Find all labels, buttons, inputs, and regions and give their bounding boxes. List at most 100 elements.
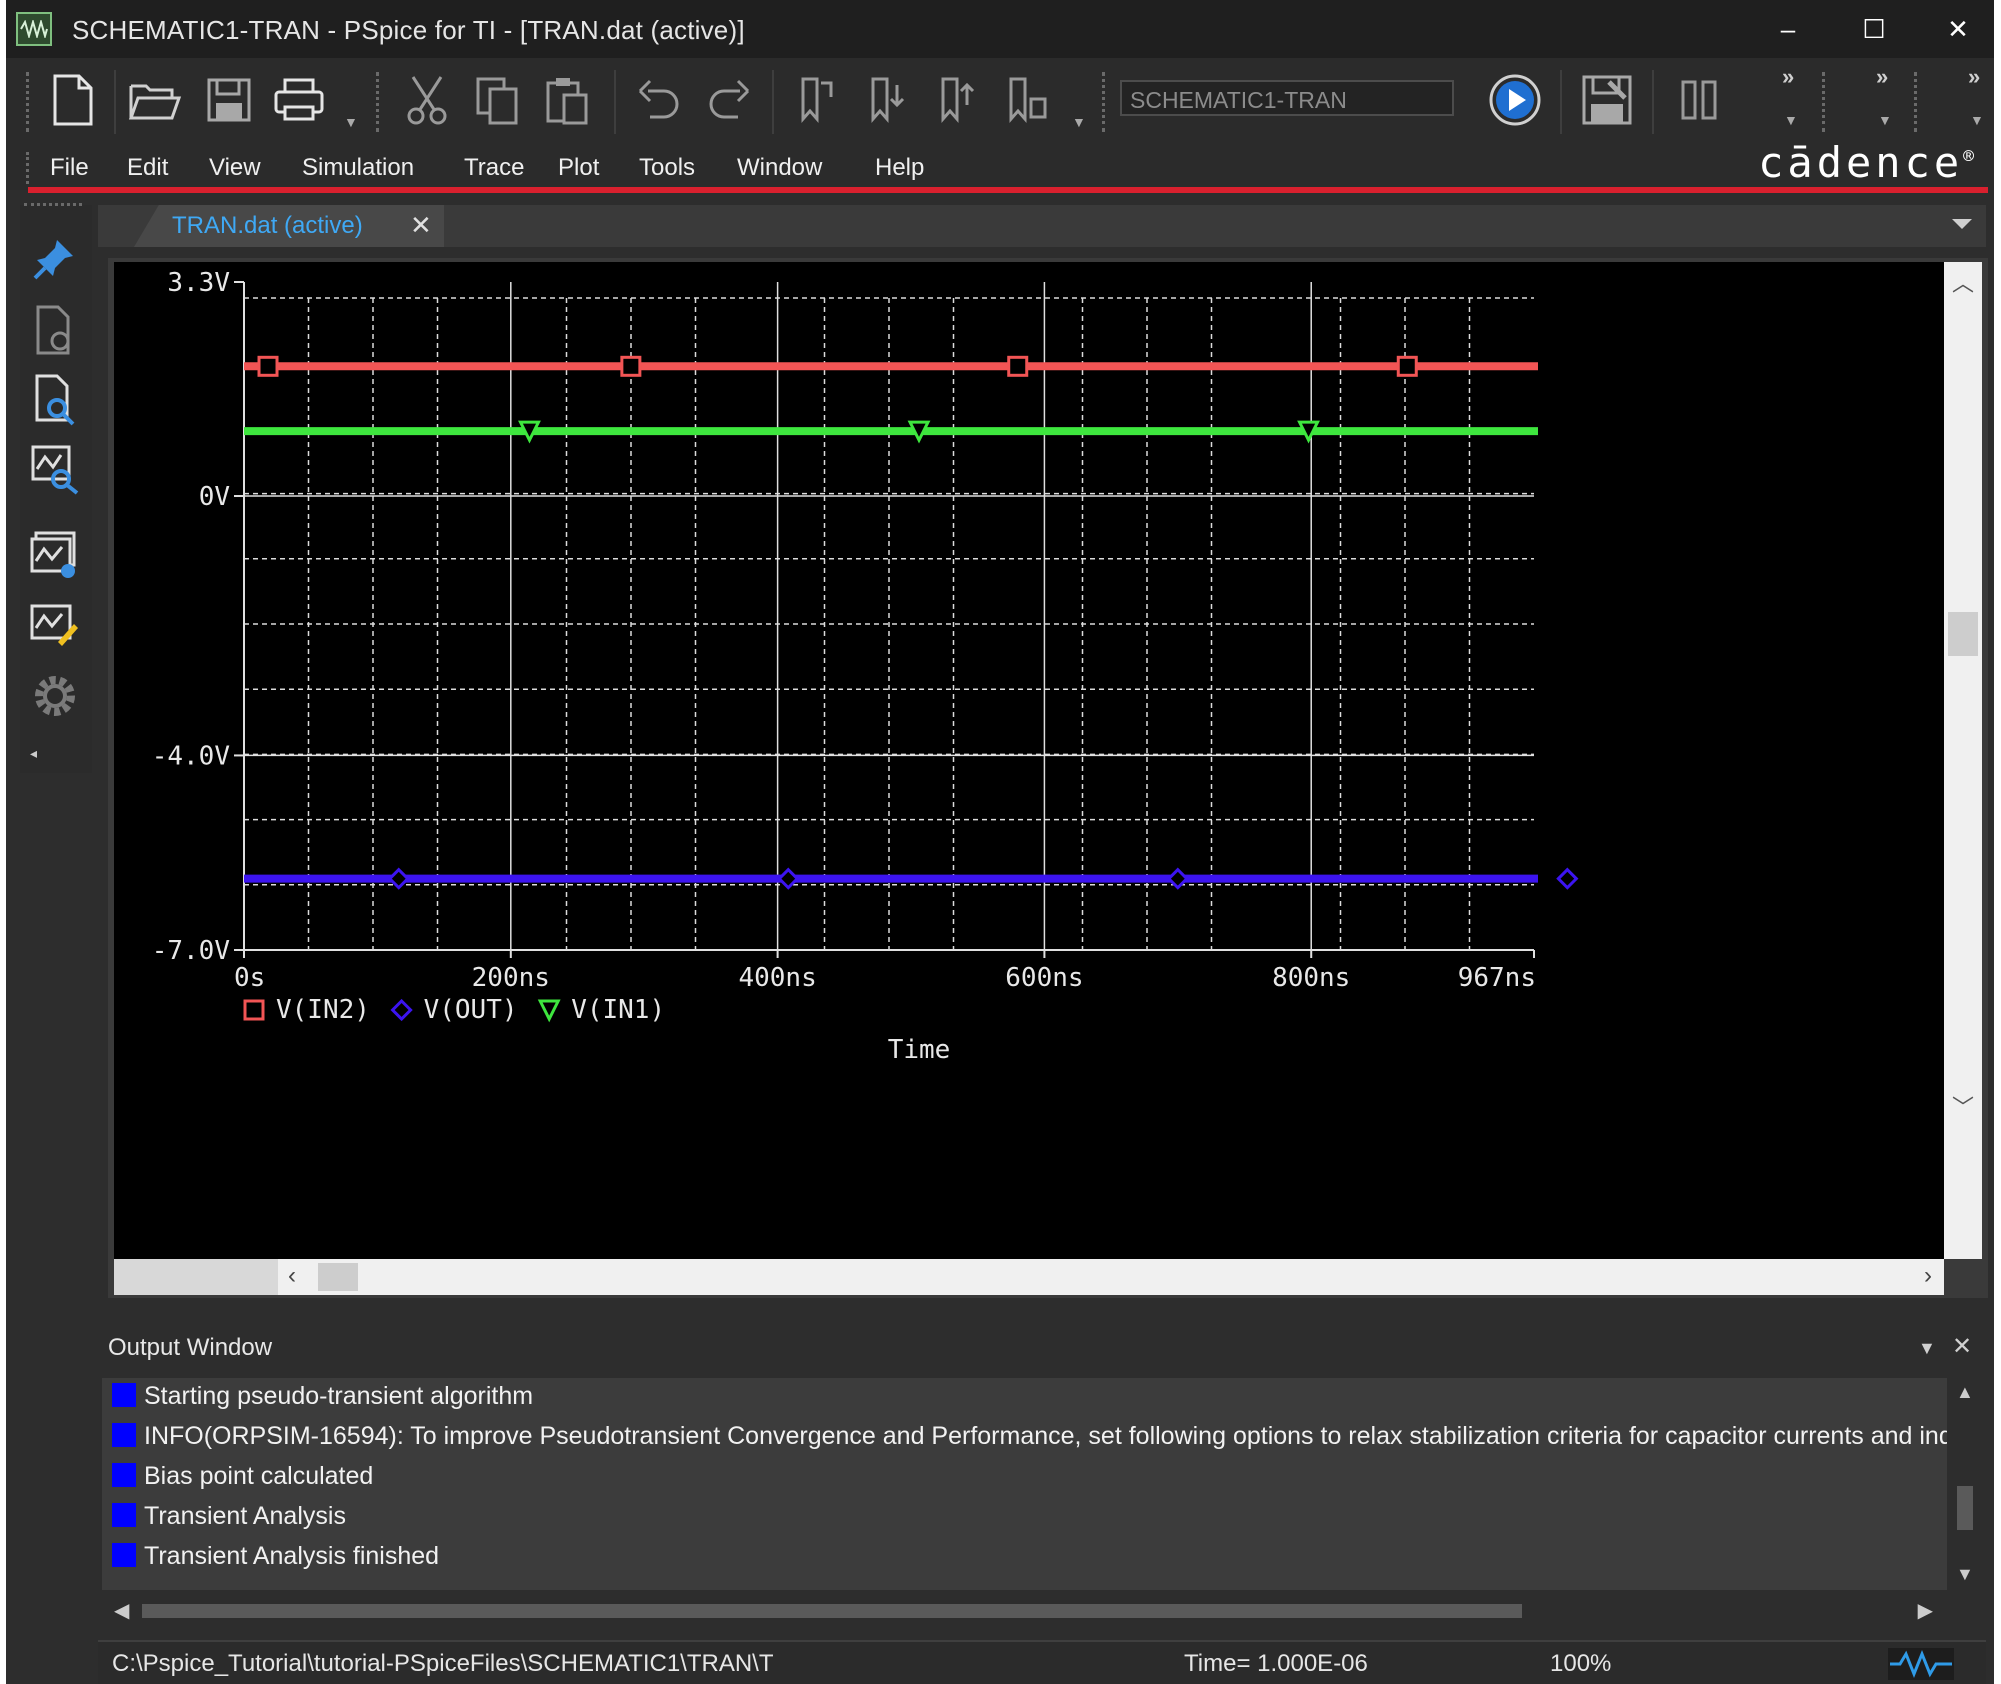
- maximize-button[interactable]: ☐: [1844, 8, 1904, 50]
- log-text: INFO(ORPSIM-16594): To improve Pseudotra…: [144, 1422, 1947, 1450]
- series-marker-v-in2: [257, 355, 279, 377]
- menu-view[interactable]: View: [209, 154, 261, 182]
- output-scroll-left-icon[interactable]: ◀: [114, 1598, 129, 1623]
- vertical-scroll-thumb[interactable]: [1948, 612, 1978, 656]
- x-tick-label: 400ns: [738, 963, 816, 993]
- horizontal-scroll-thumb[interactable]: [318, 1263, 358, 1291]
- bookmark-previous-icon[interactable]: [926, 66, 988, 134]
- log-text: Transient Analysis: [144, 1502, 346, 1530]
- tab-tran-dat[interactable]: TRAN.dat (active) ✕: [134, 205, 444, 247]
- scroll-right-chevron-icon[interactable]: ›: [1924, 1262, 1932, 1290]
- status-progress-percent: 100%: [1550, 1650, 1612, 1677]
- legend-label-v-in1: V(IN1): [571, 995, 665, 1025]
- new-file-icon[interactable]: [42, 66, 104, 134]
- zoom-waveform-icon[interactable]: [26, 441, 84, 499]
- plot-vertical-scrollbar[interactable]: ︿ ﹀: [1944, 262, 1982, 1259]
- waveform-plot[interactable]: 3.3V 0V -4.0V -7.0V 0s 200ns 400ns 600ns 800ns 96…: [114, 262, 1944, 1259]
- bookmark-toggle-icon[interactable]: [786, 66, 848, 134]
- y-tick-label: -7.0V: [152, 936, 230, 966]
- options-gear-icon[interactable]: [26, 667, 84, 725]
- log-line: Transient Analysis: [112, 1502, 346, 1538]
- registered-mark: ®: [1963, 146, 1974, 167]
- toolbar-grip[interactable]: [26, 72, 33, 132]
- info-square-icon: [112, 1503, 136, 1527]
- output-log[interactable]: Starting pseudo-transient algorithm INFO…: [102, 1378, 1947, 1590]
- toolbar-overflow-chevron-3[interactable]: »: [1968, 64, 1980, 90]
- y-tick-label: 3.3V: [167, 268, 230, 298]
- output-vertical-scrollbar[interactable]: ▲ ▼: [1947, 1378, 1983, 1590]
- paste-icon[interactable]: [536, 66, 598, 134]
- info-square-icon: [112, 1383, 136, 1407]
- run-simulation-icon[interactable]: [1484, 66, 1546, 134]
- bookmark-next-icon[interactable]: [856, 66, 918, 134]
- save-simulation-data-icon[interactable]: [1576, 66, 1638, 134]
- document-tab-strip: TRAN.dat (active) ✕: [98, 205, 1986, 247]
- save-icon[interactable]: [198, 66, 260, 134]
- menu-trace[interactable]: Trace: [464, 154, 524, 182]
- y-tick-label: -4.0V: [152, 741, 230, 771]
- redo-icon[interactable]: [698, 66, 760, 134]
- pin-icon[interactable]: [26, 229, 84, 287]
- zoom-document-icon[interactable]: [26, 371, 84, 429]
- log-line: INFO(ORPSIM-16594): To improve Pseudotra…: [112, 1422, 1947, 1458]
- output-menu-chevron-down-icon[interactable]: ▼: [1918, 1338, 1936, 1359]
- legend-marker-v-out: [390, 998, 413, 1022]
- status-file-path: C:\Pspice_Tutorial\tutorial-PSpiceFiles\…: [112, 1650, 774, 1677]
- cadence-logo: cādence®: [1758, 138, 1974, 187]
- tab-list-chevron-down-icon[interactable]: [1952, 219, 1972, 229]
- scroll-left-chevron-icon[interactable]: ‹: [288, 1262, 296, 1290]
- undo-icon[interactable]: [628, 66, 690, 134]
- close-button[interactable]: ✕: [1928, 8, 1988, 50]
- legend-label-v-out: V(OUT): [424, 995, 518, 1025]
- x-tick-label: 967ns: [1458, 963, 1536, 993]
- output-window: Output Window ▼ ✕ Starting pseudo-transi…: [98, 1324, 1986, 1638]
- menu-help[interactable]: Help: [875, 154, 924, 182]
- plot-horizontal-scrollbar[interactable]: ‹ ›: [278, 1259, 1944, 1295]
- info-square-icon: [112, 1543, 136, 1567]
- output-scroll-up-icon[interactable]: ▲: [1956, 1382, 1974, 1403]
- toolbar-overflow-chevron-1[interactable]: »: [1782, 64, 1794, 90]
- menu-edit[interactable]: Edit: [127, 154, 168, 182]
- log-line: Transient Analysis finished: [112, 1542, 439, 1578]
- toolbar-overflow-chevron-2[interactable]: »: [1876, 64, 1888, 90]
- menu-plot[interactable]: Plot: [558, 154, 599, 182]
- output-scroll-down-icon[interactable]: ▼: [1956, 1564, 1974, 1585]
- main-toolbar: ▼ ▼ SCHEMATIC1-TRAN » ▼ » ▼ » ▼: [6, 58, 1994, 148]
- menu-window[interactable]: Window: [737, 154, 822, 182]
- log-text: Transient Analysis finished: [144, 1542, 440, 1570]
- minimize-button[interactable]: –: [1758, 8, 1818, 50]
- waveform-activity-icon: [1888, 1648, 1954, 1680]
- document-view-icon[interactable]: [26, 301, 84, 359]
- pspice-app-icon[interactable]: [16, 12, 52, 46]
- tab-close-icon[interactable]: ✕: [410, 210, 432, 241]
- cut-icon[interactable]: [396, 66, 458, 134]
- x-tick-label: 200ns: [472, 963, 550, 993]
- plot-settings-icon[interactable]: [26, 527, 84, 585]
- print-icon[interactable]: [268, 66, 330, 134]
- edit-trace-icon[interactable]: [26, 597, 84, 655]
- title-bar: SCHEMATIC1-TRAN - PSpice for TI - [TRAN.…: [6, 0, 1994, 58]
- waveform-chart[interactable]: 3.3V 0V -4.0V -7.0V0s 200ns 400ns 600ns 800ns 96…: [114, 262, 1944, 1259]
- output-hscroll-thumb[interactable]: [142, 1604, 1522, 1618]
- output-scroll-thumb[interactable]: [1957, 1486, 1973, 1530]
- open-folder-icon[interactable]: [124, 66, 186, 134]
- bookmark-clear-icon[interactable]: [996, 66, 1058, 134]
- scroll-down-chevron-icon[interactable]: ﹀: [1944, 1090, 1982, 1122]
- scroll-up-chevron-icon[interactable]: ︿: [1944, 266, 1982, 298]
- simulation-profile-combo[interactable]: SCHEMATIC1-TRAN: [1120, 80, 1454, 116]
- output-close-icon[interactable]: ✕: [1952, 1332, 1972, 1361]
- window-title: SCHEMATIC1-TRAN - PSpice for TI - [TRAN.…: [72, 15, 745, 45]
- output-scroll-right-icon[interactable]: ▶: [1918, 1598, 1933, 1623]
- menu-simulation[interactable]: Simulation: [302, 154, 414, 182]
- menu-file[interactable]: File: [50, 154, 89, 182]
- pause-simulation-icon[interactable]: [1668, 66, 1730, 134]
- left-toolbar-overflow-icon[interactable]: ◂: [30, 745, 37, 762]
- status-sim-time: Time= 1.000E-06: [1184, 1650, 1368, 1677]
- copy-icon[interactable]: [466, 66, 528, 134]
- menu-tools[interactable]: Tools: [639, 154, 695, 182]
- log-text: Bias point calculated: [144, 1462, 374, 1490]
- output-horizontal-scrollbar[interactable]: ◀ ▶: [102, 1590, 1947, 1630]
- legend-marker-v-in2: [243, 999, 265, 1021]
- legend-marker-v-in1: [537, 999, 561, 1023]
- x-tick-label: 600ns: [1005, 963, 1083, 993]
